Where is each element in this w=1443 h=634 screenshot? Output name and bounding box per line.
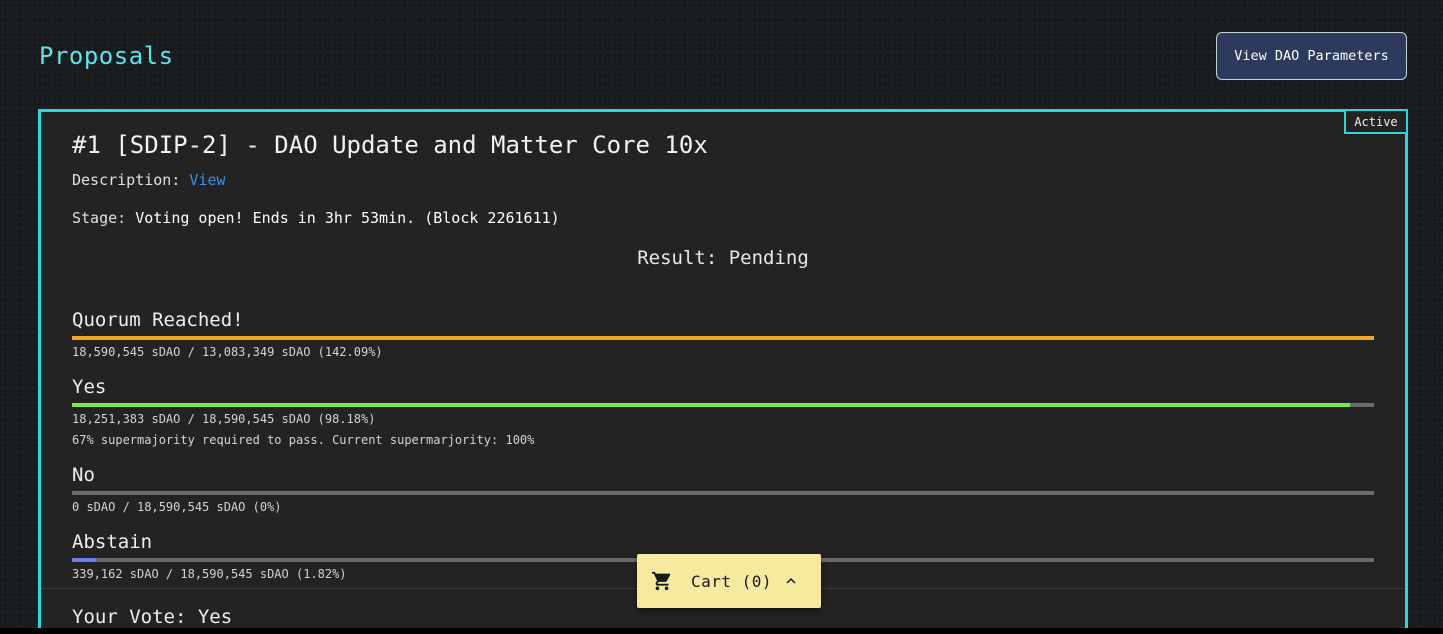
stage-value: Voting open! Ends in 3hr 53min. (Block 2… — [135, 209, 560, 227]
abstain-progress-fill — [72, 558, 96, 562]
proposal-title: #1 [SDIP-2] - DAO Update and Matter Core… — [72, 131, 708, 159]
yes-progress-bar — [72, 403, 1374, 407]
supermajority-note: 67% supermajority required to pass. Curr… — [72, 433, 535, 447]
cart-button[interactable]: Cart (0) — [637, 554, 821, 608]
description-view-link[interactable]: View — [189, 171, 225, 189]
no-metric: No 0 sDAO / 18,590,545 sDAO (0%) — [72, 464, 1374, 515]
result-text: Result: Pending — [637, 247, 809, 269]
description-row: Description: View — [72, 171, 226, 189]
no-detail: 0 sDAO / 18,590,545 sDAO (0%) — [72, 500, 282, 514]
cart-icon — [651, 570, 673, 592]
no-label: No — [72, 464, 95, 486]
quorum-detail: 18,590,545 sDAO / 13,083,349 sDAO (142.0… — [72, 345, 383, 359]
abstain-label: Abstain — [72, 531, 153, 553]
view-dao-parameters-button[interactable]: View DAO Parameters — [1216, 32, 1407, 80]
page-title: Proposals — [39, 42, 174, 70]
quorum-progress-fill — [72, 336, 1374, 340]
quorum-progress-bar — [72, 336, 1374, 340]
quorum-metric: Quorum Reached! 18,590,545 sDAO / 13,083… — [72, 309, 1374, 360]
quorum-label: Quorum Reached! — [72, 309, 244, 331]
chevron-up-icon[interactable] — [782, 572, 800, 590]
stage-row: Stage: Voting open! Ends in 3hr 53min. (… — [72, 209, 560, 227]
no-progress-bar — [72, 491, 1374, 495]
yes-progress-fill — [72, 403, 1351, 407]
yes-label: Yes — [72, 376, 107, 398]
status-badge: Active — [1344, 109, 1408, 134]
bottom-strip — [0, 628, 1443, 634]
cart-label: Cart (0) — [691, 571, 773, 591]
yes-metric: Yes 18,251,383 sDAO / 18,590,545 sDAO (9… — [72, 376, 1374, 448]
description-label: Description: — [72, 171, 181, 189]
yes-detail: 18,251,383 sDAO / 18,590,545 sDAO (98.18… — [72, 412, 376, 426]
your-vote: Your Vote: Yes — [72, 606, 233, 628]
stage-label: Stage: — [72, 209, 127, 227]
